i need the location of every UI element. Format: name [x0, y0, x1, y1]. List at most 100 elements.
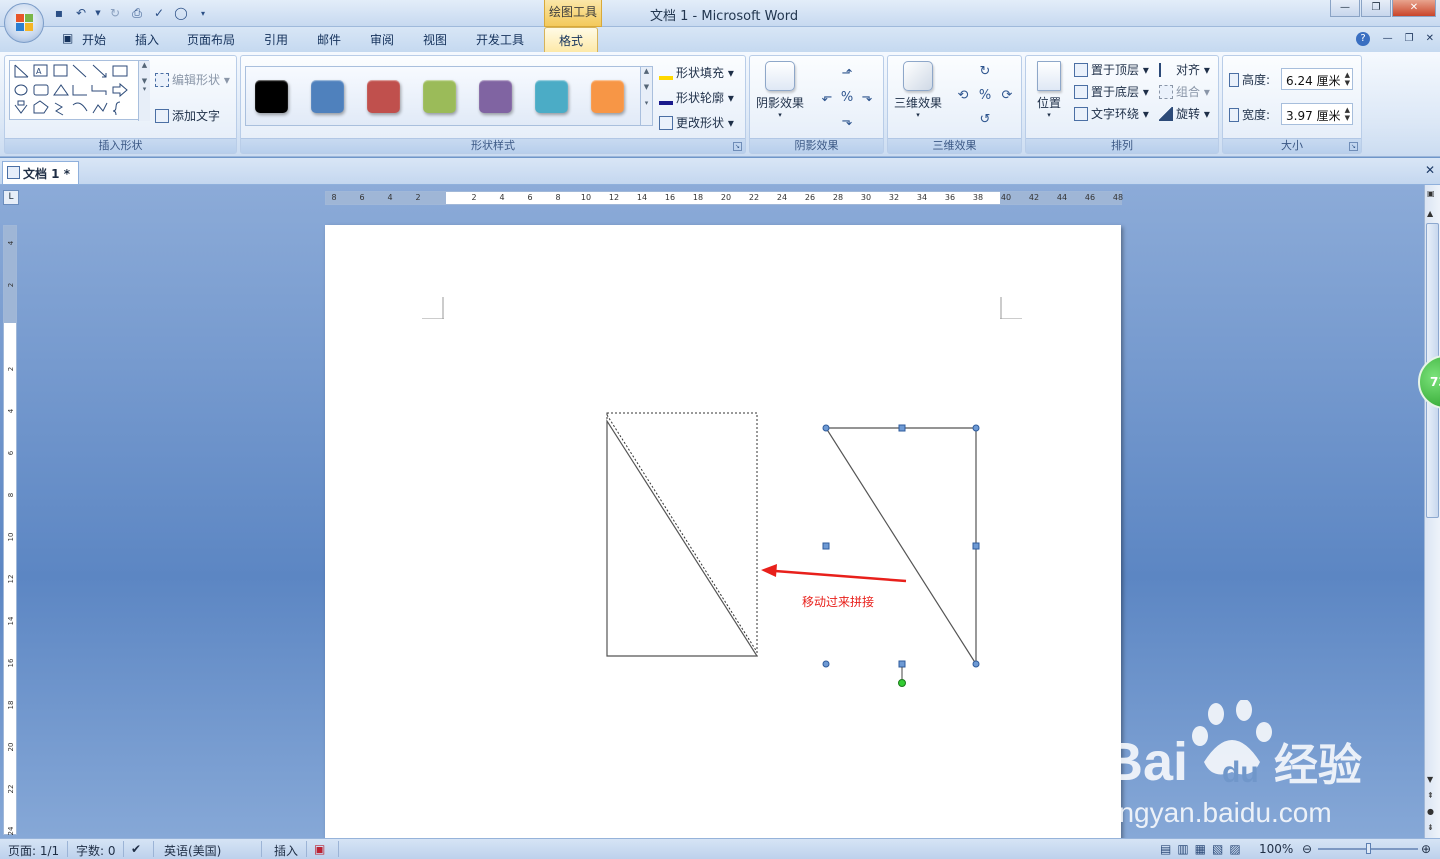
- zoom-out-icon[interactable]: ⊖: [1302, 842, 1312, 856]
- undo-icon[interactable]: ↶: [72, 4, 90, 22]
- handle-middle-right[interactable]: [972, 542, 980, 550]
- tilt-up-icon[interactable]: ↻: [977, 64, 993, 80]
- shape-styles-launcher-icon[interactable]: ↘: [733, 142, 742, 151]
- language-indicator[interactable]: 英语(美国): [164, 842, 221, 859]
- shapes-gallery[interactable]: A ▲ ▼ ▾: [9, 60, 150, 121]
- add-text-button[interactable]: 添加文字: [155, 107, 220, 124]
- browse-object-icon[interactable]: ●: [1427, 807, 1434, 816]
- shape-styles-gallery[interactable]: ▲ ▼ ▾: [245, 66, 653, 126]
- circle-icon[interactable]: ◯: [172, 4, 190, 22]
- zoom-in-icon[interactable]: ⊕: [1421, 842, 1431, 856]
- selection-handles[interactable]: [822, 424, 980, 687]
- redo-icon[interactable]: ↻: [106, 4, 124, 22]
- style-swatch-black[interactable]: [255, 80, 288, 113]
- left-triangle-shape[interactable]: [606, 418, 759, 657]
- horizontal-ruler[interactable]: 8 6 4 2 2 4 6 8 10 12 14 16 18 20 22 24 26 28 30 32 34 36 38 40…: [325, 191, 1123, 205]
- handle-bottom-right[interactable]: [972, 660, 980, 668]
- right-triangle-shape[interactable]: [824, 427, 977, 667]
- handle-top-right[interactable]: [972, 424, 980, 432]
- document-page[interactable]: 移动过来拼接: [325, 225, 1121, 845]
- scroll-up-icon[interactable]: ▲: [1427, 209, 1433, 218]
- ruler-toggle-icon[interactable]: ▣: [1427, 189, 1435, 198]
- zoom-level[interactable]: 100%: [1259, 842, 1293, 856]
- nudge-shadow-left-icon[interactable]: ⬐: [819, 90, 835, 106]
- vertical-ruler[interactable]: 4 2 2 4 6 8 10 12 14 16 18 20 22 24: [3, 225, 17, 835]
- spelling-icon[interactable]: ✓: [150, 4, 168, 22]
- rotate-button[interactable]: 旋转 ▾: [1159, 105, 1210, 122]
- doc-restore-icon[interactable]: ❐: [1405, 33, 1414, 44]
- tab-insert[interactable]: 插入: [135, 31, 159, 48]
- tab-home[interactable]: 开始: [82, 31, 106, 48]
- save-icon[interactable]: ▪: [50, 4, 68, 22]
- send-to-back-button[interactable]: 置于底层 ▾: [1074, 83, 1149, 100]
- style-swatch-orange[interactable]: [591, 80, 624, 113]
- shape-styles-scroll[interactable]: ▲ ▼ ▾: [640, 67, 652, 125]
- document-tab[interactable]: 文档 1 *: [2, 161, 79, 184]
- close-button[interactable]: ✕: [1392, 0, 1436, 17]
- style-swatch-red[interactable]: [367, 80, 400, 113]
- tab-review[interactable]: 审阅: [370, 31, 394, 48]
- vertical-scrollbar[interactable]: ▣ ▲ ▼ ⇞ ● ⇟: [1424, 185, 1440, 838]
- macro-record-icon[interactable]: ▣: [314, 842, 325, 856]
- minimize-button[interactable]: —: [1330, 0, 1360, 17]
- insert-mode-indicator[interactable]: 插入: [274, 842, 298, 859]
- edit-shape-button[interactable]: 编辑形状 ▾: [155, 71, 230, 88]
- handle-top-left[interactable]: [822, 424, 830, 432]
- style-swatch-blue[interactable]: [311, 80, 344, 113]
- tab-format[interactable]: 格式: [544, 27, 599, 52]
- tilt-down-icon[interactable]: ↺: [977, 112, 993, 128]
- style-swatch-green[interactable]: [423, 80, 456, 113]
- shadow-effects-button[interactable]: 阴影效果 ▾: [754, 61, 806, 119]
- text-wrap-button[interactable]: 文字环绕 ▾: [1074, 105, 1149, 122]
- tab-selector-icon[interactable]: L: [3, 190, 19, 205]
- tilt-left-icon[interactable]: ⟲: [955, 88, 971, 104]
- tab-references[interactable]: 引用: [264, 31, 288, 48]
- zoom-slider-thumb[interactable]: [1366, 843, 1371, 854]
- office-button[interactable]: [4, 3, 44, 43]
- tab-developer[interactable]: 开发工具: [476, 31, 524, 48]
- word-count[interactable]: 字数: 0: [76, 842, 116, 859]
- change-shape-button[interactable]: 更改形状 ▾: [659, 114, 734, 131]
- undo-dropdown-icon[interactable]: ▼: [94, 4, 102, 22]
- nudge-shadow-down-icon[interactable]: ⬎: [839, 114, 855, 130]
- tilt-right-icon[interactable]: ⟳: [999, 88, 1015, 104]
- customize-qat-icon[interactable]: ▾: [194, 4, 212, 22]
- tab-view[interactable]: 视图: [423, 31, 447, 48]
- print-preview-icon[interactable]: ⎙: [128, 4, 146, 22]
- proofing-icon[interactable]: ✔: [131, 842, 141, 856]
- tab-page-layout[interactable]: 页面布局: [187, 31, 235, 48]
- tab-mailings[interactable]: 邮件: [317, 31, 341, 48]
- width-input[interactable]: 3.97 厘米 ▲ ▼: [1281, 103, 1353, 125]
- help-icon[interactable]: ?: [1356, 32, 1370, 46]
- view-buttons[interactable]: ▤▥▦▧▨: [1160, 842, 1247, 856]
- nudge-shadow-right-icon[interactable]: ⬎: [859, 90, 875, 106]
- group-button[interactable]: 组合 ▾: [1159, 83, 1210, 100]
- size-launcher-icon[interactable]: ↘: [1349, 142, 1358, 151]
- rotation-handle[interactable]: [898, 679, 906, 687]
- handle-bottom-left[interactable]: [822, 660, 830, 668]
- close-document-icon[interactable]: ✕: [1425, 163, 1435, 177]
- style-swatch-purple[interactable]: [479, 80, 512, 113]
- position-button[interactable]: 位置 ▾: [1030, 61, 1068, 119]
- doc-minimize-icon[interactable]: —: [1383, 33, 1393, 44]
- handle-bottom-middle[interactable]: [898, 660, 906, 668]
- next-page-icon[interactable]: ⇟: [1427, 823, 1434, 832]
- page-count[interactable]: 页面: 1/1: [8, 842, 59, 859]
- three-d-effects-button[interactable]: 三维效果 ▾: [892, 61, 944, 119]
- shapes-gallery-scroll[interactable]: ▲ ▼ ▾: [138, 61, 150, 121]
- width-spinner-icon[interactable]: ▲ ▼: [1345, 106, 1350, 122]
- height-input[interactable]: 6.24 厘米 ▲ ▼: [1281, 68, 1353, 90]
- shape-outline-button[interactable]: 形状轮廓 ▾: [659, 89, 734, 106]
- restore-button[interactable]: ❐: [1361, 0, 1391, 17]
- handle-middle-left[interactable]: [822, 542, 830, 550]
- bring-to-front-button[interactable]: 置于顶层 ▾: [1074, 61, 1149, 78]
- scroll-down-icon[interactable]: ▼: [1427, 775, 1433, 784]
- style-swatch-aqua[interactable]: [535, 80, 568, 113]
- align-button[interactable]: 对齐 ▾: [1159, 61, 1210, 78]
- previous-page-icon[interactable]: ⇞: [1427, 791, 1434, 800]
- doc-close-icon[interactable]: ✕: [1426, 33, 1434, 44]
- shape-fill-button[interactable]: 形状填充 ▾: [659, 64, 734, 81]
- nudge-shadow-up-icon[interactable]: ⬏: [839, 66, 855, 82]
- height-spinner-icon[interactable]: ▲ ▼: [1345, 71, 1350, 87]
- shadow-toggle-icon[interactable]: %: [839, 90, 855, 106]
